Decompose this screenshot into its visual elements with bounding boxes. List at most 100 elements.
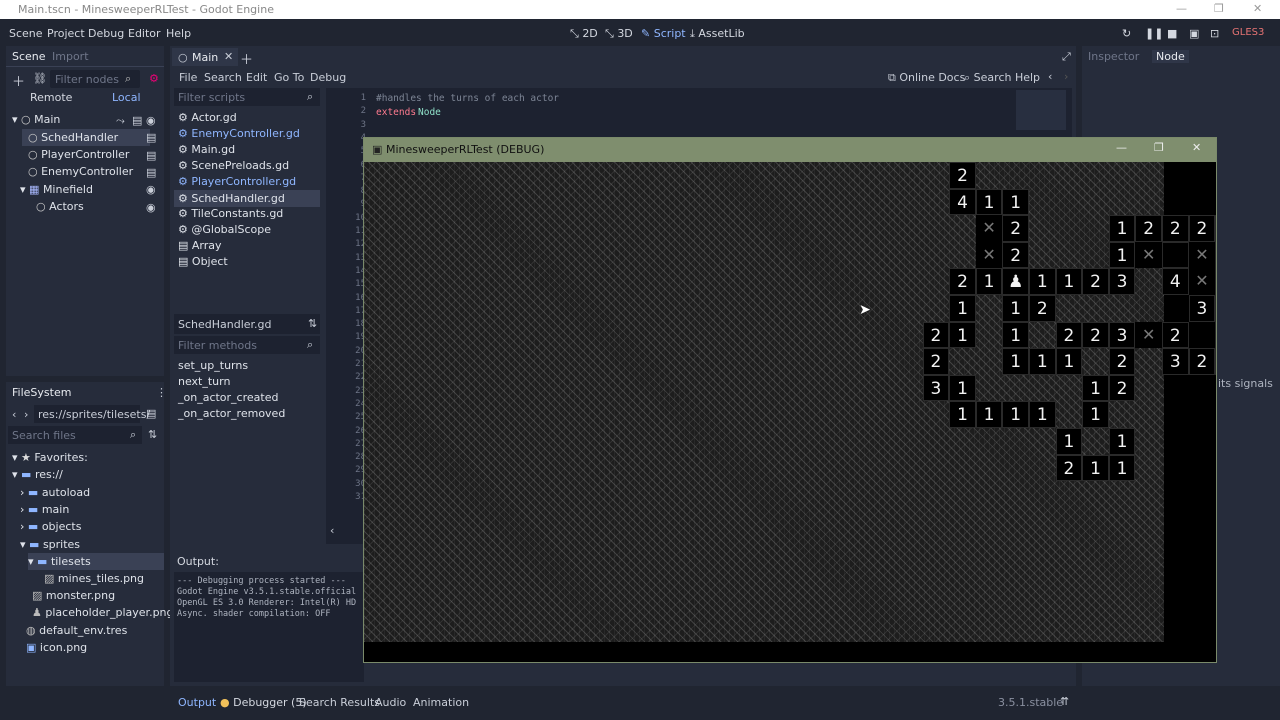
script-tab-main[interactable]: ○ Main ✕: [172, 48, 238, 66]
number-cell[interactable]: 2: [1108, 374, 1136, 402]
add-node-icon[interactable]: ＋: [12, 71, 25, 90]
tree-node-minefield[interactable]: ▾ ▦ Minefield: [20, 183, 93, 196]
number-cell[interactable]: 1: [975, 188, 1003, 216]
search-help-button[interactable]: ⌕ Search Help: [964, 71, 1040, 85]
renderer-label[interactable]: GLES3: [1232, 27, 1264, 38]
filter-scripts-input[interactable]: Filter scripts ⌕: [174, 88, 320, 106]
mode-3d[interactable]: ⤡ 3D: [605, 27, 633, 41]
flag-cell[interactable]: ✕: [1188, 268, 1216, 295]
bottom-tab-search-results[interactable]: Search Results: [299, 696, 380, 709]
number-cell[interactable]: 2: [1002, 215, 1029, 242]
search-files-input[interactable]: Search files ⌕: [8, 426, 142, 444]
local-toggle[interactable]: Local: [112, 91, 141, 104]
number-cell[interactable]: 2: [1029, 295, 1056, 322]
menu-file[interactable]: File: [179, 71, 197, 84]
empty-cell[interactable]: [1162, 241, 1189, 269]
close-button[interactable]: ✕: [1253, 2, 1262, 15]
script-icon[interactable]: ▤: [146, 131, 156, 144]
number-cell[interactable]: 1: [1029, 268, 1056, 295]
menu-project[interactable]: Project: [47, 27, 85, 40]
script-item-object[interactable]: ▤ Object: [178, 255, 228, 268]
flag-cell[interactable]: ✕: [975, 241, 1003, 269]
menu-scene[interactable]: Scene: [9, 27, 43, 40]
menu-help[interactable]: Help: [166, 27, 191, 40]
script-item-globalscope[interactable]: ⚙ @GlobalScope: [178, 223, 271, 236]
tree-node-schedhandler[interactable]: ○ SchedHandler: [22, 129, 150, 146]
number-cell[interactable]: 1: [1002, 348, 1029, 375]
number-cell[interactable]: 2: [1002, 241, 1029, 269]
number-cell[interactable]: 1: [1215, 215, 1216, 242]
game-close-button[interactable]: ✕: [1192, 141, 1201, 154]
number-cell[interactable]: 1: [1002, 401, 1029, 428]
visibility-icon[interactable]: ◉: [146, 201, 156, 214]
pause-icon[interactable]: ❚❚: [1145, 27, 1163, 40]
number-cell[interactable]: 1: [1108, 215, 1136, 242]
script-icon[interactable]: ▤: [146, 149, 156, 162]
filter-nodes-input[interactable]: Filter nodes ⌕: [50, 70, 140, 88]
fs-folder-sprites[interactable]: ▾ ▬ sprites: [20, 538, 80, 551]
number-cell[interactable]: 1: [1082, 374, 1109, 402]
player-cell[interactable]: ♟: [1002, 268, 1029, 295]
number-cell[interactable]: 1: [1055, 428, 1083, 455]
script-icon[interactable]: ▤: [146, 166, 156, 179]
menu-dots-icon[interactable]: ⋮: [156, 386, 167, 399]
number-cell[interactable]: 1: [1108, 241, 1136, 269]
minimize-button[interactable]: —: [1176, 2, 1187, 15]
number-cell[interactable]: 1: [1029, 348, 1056, 375]
signal-icon[interactable]: ⤳: [116, 114, 125, 128]
number-cell[interactable]: 3: [922, 374, 950, 402]
script-item-main[interactable]: ⚙ Main.gd: [178, 143, 235, 156]
method-item[interactable]: set_up_turns: [178, 359, 248, 372]
next-script-icon[interactable]: ›: [1064, 70, 1068, 83]
flag-cell[interactable]: ✕: [975, 215, 1003, 242]
game-minimize-button[interactable]: —: [1116, 141, 1127, 154]
number-cell[interactable]: 2: [1082, 321, 1109, 349]
menu-search[interactable]: Search: [204, 71, 242, 84]
number-cell[interactable]: 1: [1108, 454, 1136, 482]
script-item-scenepreloads[interactable]: ⚙ ScenePreloads.gd: [178, 159, 289, 172]
tab-inspector[interactable]: Inspector: [1088, 50, 1139, 63]
stop-icon[interactable]: ■: [1167, 27, 1177, 40]
bottom-tab-animation[interactable]: Animation: [413, 696, 469, 709]
visibility-icon[interactable]: ◉: [146, 183, 156, 196]
number-cell[interactable]: 2: [1055, 454, 1083, 482]
number-cell[interactable]: 1: [949, 321, 976, 349]
fs-file-mines-tiles[interactable]: ▨ mines_tiles.png: [44, 572, 144, 585]
fs-folder-objects[interactable]: › ▬ objects: [20, 520, 81, 533]
minimap[interactable]: [1016, 90, 1066, 130]
forward-icon[interactable]: ›: [24, 408, 28, 421]
mode-script[interactable]: ✎ Script: [641, 27, 686, 40]
minefield-view[interactable]: 22✕4112✕323✕212221111✕✕✕21✕✕21122121♟112…: [364, 162, 1216, 662]
online-docs-button[interactable]: ⧉ Online Docs: [888, 71, 965, 85]
number-cell[interactable]: 1: [1082, 401, 1109, 428]
tab-node[interactable]: Node: [1152, 50, 1189, 63]
number-cell[interactable]: 4: [1162, 268, 1189, 295]
number-cell[interactable]: 3: [1108, 268, 1136, 295]
fs-file-icon[interactable]: ▣ icon.png: [26, 641, 87, 654]
number-cell[interactable]: 2: [1082, 268, 1109, 295]
pin-icon[interactable]: ⇈: [1060, 695, 1069, 708]
script-icon[interactable]: ▤: [132, 114, 142, 127]
script-attach-icon[interactable]: ⚙: [149, 72, 159, 85]
number-cell[interactable]: 2: [1188, 215, 1216, 242]
number-cell[interactable]: 1: [949, 295, 976, 322]
flag-cell[interactable]: ✕: [1188, 241, 1216, 269]
close-tab-icon[interactable]: ✕: [224, 50, 233, 63]
new-tab-icon[interactable]: ＋: [240, 49, 253, 68]
number-cell[interactable]: 1: [975, 401, 1003, 428]
menu-editor[interactable]: Editor: [128, 27, 161, 40]
remote-toggle[interactable]: Remote: [30, 91, 72, 104]
number-cell[interactable]: 1: [949, 374, 976, 402]
fs-folder-tilesets[interactable]: ▾ ▬ tilesets: [28, 553, 164, 570]
number-cell[interactable]: 1: [1029, 401, 1056, 428]
fs-file-monster[interactable]: ▨ monster.png: [32, 589, 115, 602]
tree-node-actors[interactable]: ○ Actors: [36, 200, 84, 213]
minefield-board[interactable]: 22✕4112✕323✕212221111✕✕✕21✕✕21122121♟112…: [364, 162, 1216, 642]
link-icon[interactable]: ⛓: [33, 72, 47, 85]
number-cell[interactable]: 2: [922, 348, 950, 375]
number-cell[interactable]: 2: [949, 162, 976, 189]
number-cell[interactable]: 1: [1215, 268, 1216, 295]
number-cell[interactable]: 2: [1108, 348, 1136, 375]
number-cell[interactable]: 1: [1215, 321, 1216, 349]
movie-icon[interactable]: ⊡: [1210, 27, 1219, 40]
